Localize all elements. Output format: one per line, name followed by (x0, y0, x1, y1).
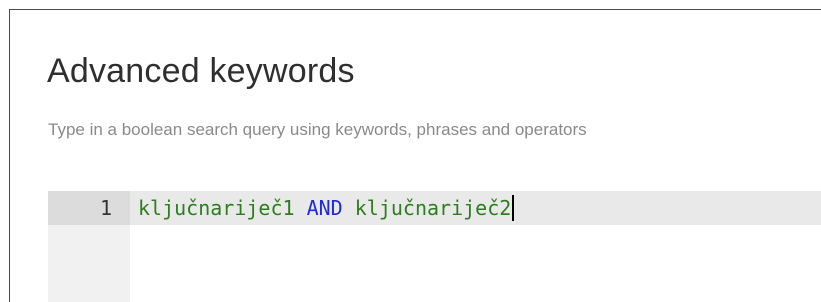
query-line[interactable]: ključnariječ1 AND ključnariječ2 (138, 191, 515, 225)
text-cursor (512, 194, 515, 221)
boolean-query-editor[interactable]: 1 ključnariječ1 AND ključnariječ2 (48, 191, 821, 302)
operator-token-and: AND (306, 196, 343, 220)
keyword-token-2: ključnariječ2 (354, 196, 512, 220)
line-number: 1 (99, 196, 112, 220)
panel-title: Advanced keywords (47, 52, 355, 90)
token-space-1 (295, 196, 307, 220)
advanced-keywords-panel: Advanced keywords Type in a boolean sear… (9, 9, 821, 302)
panel-description: Type in a boolean search query using key… (48, 120, 587, 139)
keyword-token-1: ključnariječ1 (138, 196, 295, 220)
token-space-2 (343, 196, 355, 220)
